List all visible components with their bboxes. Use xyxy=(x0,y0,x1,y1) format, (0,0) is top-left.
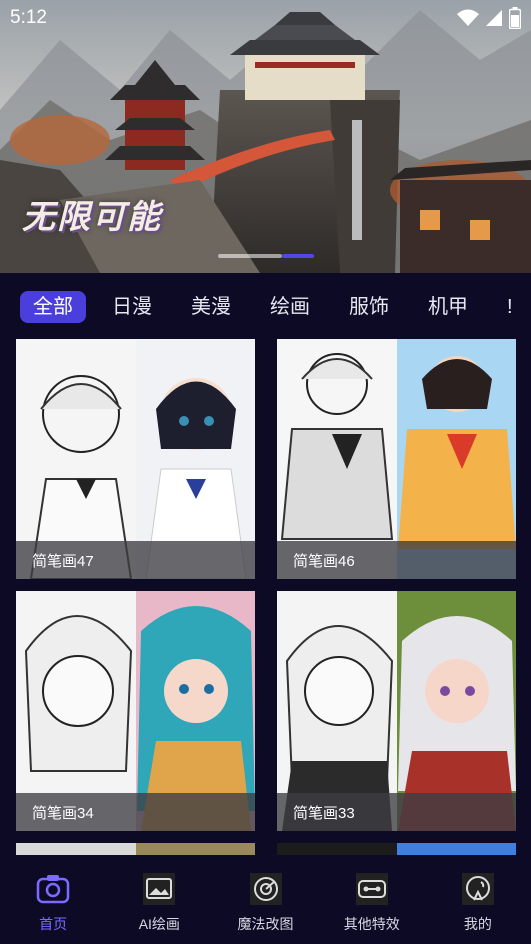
bottom-navigation: 首页 AI绘画 魔法改图 其他特效 我的 xyxy=(0,856,531,944)
banner-dot-1 xyxy=(218,254,282,258)
nav-ai-painting[interactable]: AI绘画 xyxy=(106,856,212,944)
nav-profile[interactable]: 我的 xyxy=(425,856,531,944)
tab-american-comics[interactable]: 美漫 xyxy=(178,291,244,323)
nav-home[interactable]: 首页 xyxy=(0,856,106,944)
camera-icon xyxy=(36,872,70,906)
style-card[interactable]: 简笔画33 xyxy=(277,591,516,831)
style-grid: 简笔画47 简笔画46 简笔画34 简笔画33 xyxy=(16,339,516,855)
status-time: 5:12 xyxy=(10,7,47,28)
effects-icon xyxy=(355,872,389,906)
nav-label: 其他特效 xyxy=(343,916,400,932)
banner-carousel[interactable]: 无限可能 xyxy=(0,0,531,273)
card-label: 简笔画46 xyxy=(293,553,355,570)
banner-caption: 无限可能 xyxy=(22,198,162,235)
tab-all[interactable]: 全部 xyxy=(20,291,86,323)
profile-icon xyxy=(461,872,495,906)
card-thumbnail xyxy=(16,843,255,855)
nav-label: AI绘画 xyxy=(138,916,180,932)
wifi-icon xyxy=(457,9,479,26)
home-screen: 无限可能 5:12 全部 日漫 美漫 绘画 服饰 机甲 ! 简笔画47 简笔画4… xyxy=(0,0,531,944)
nav-other-effects[interactable]: 其他特效 xyxy=(319,856,425,944)
card-label: 简笔画47 xyxy=(32,553,94,570)
status-bar: 5:12 xyxy=(0,0,531,36)
image-icon xyxy=(142,872,176,906)
nav-label: 魔法改图 xyxy=(237,916,294,932)
dial-icon xyxy=(249,872,283,906)
tab-mecha[interactable]: 机甲 xyxy=(415,291,481,323)
nav-label: 首页 xyxy=(39,916,68,932)
banner-indicator xyxy=(218,254,314,258)
style-card[interactable]: 简笔画46 xyxy=(277,339,516,579)
nav-magic-edit[interactable]: 魔法改图 xyxy=(212,856,318,944)
banner-dot-2-active xyxy=(282,254,314,258)
style-card[interactable]: 简笔画34 xyxy=(16,591,255,831)
card-label: 简笔画34 xyxy=(32,805,94,822)
category-tabs: 全部 日漫 美漫 绘画 服饰 机甲 ! xyxy=(0,289,531,325)
card-label: 简笔画33 xyxy=(293,805,355,822)
style-card[interactable]: 简笔画47 xyxy=(16,339,255,579)
signal-icon xyxy=(486,10,502,26)
style-card[interactable] xyxy=(16,843,255,855)
nav-label: 我的 xyxy=(463,916,492,932)
style-card[interactable] xyxy=(277,843,516,855)
tab-japanese-comics[interactable]: 日漫 xyxy=(99,291,165,323)
card-thumbnail xyxy=(277,843,516,855)
battery-icon xyxy=(509,7,521,29)
tab-more[interactable]: ! xyxy=(494,291,526,323)
tab-clothing[interactable]: 服饰 xyxy=(336,291,402,323)
tab-painting[interactable]: 绘画 xyxy=(257,291,323,323)
